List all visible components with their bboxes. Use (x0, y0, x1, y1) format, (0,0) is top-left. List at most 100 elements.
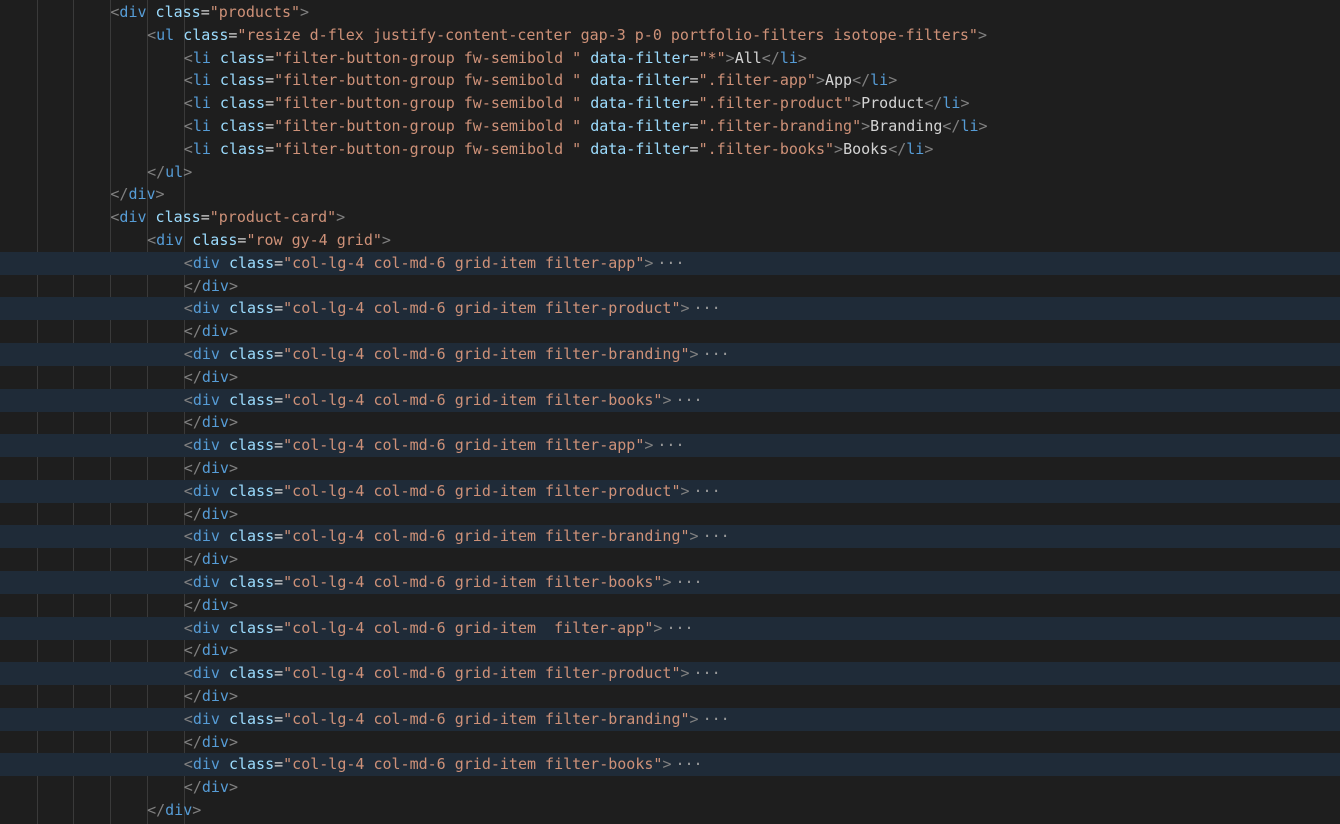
token-tag: li (192, 139, 211, 158)
code-line-folded[interactable]: <div class="col-lg-4 col-md-6 grid-item … (0, 388, 1340, 412)
code-line[interactable]: </div> (0, 639, 1340, 662)
token-punc: </ (924, 94, 943, 113)
code-line-folded[interactable]: <div class="col-lg-4 col-md-6 grid-item … (0, 571, 1340, 594)
code-line-folded[interactable]: <div class="col-lg-4 col-md-6 grid-item … (0, 525, 1340, 549)
code-text: </div> (184, 548, 238, 571)
token-punc: </ (183, 641, 202, 660)
code-line[interactable]: </div> (0, 799, 1340, 822)
code-line[interactable]: </div> (0, 366, 1340, 389)
code-line[interactable]: <li class="filter-button-group fw-semibo… (0, 47, 1340, 70)
token-tag: li (192, 94, 211, 113)
code-text: <div class="col-lg-4 col-md-6 grid-item … (184, 297, 721, 320)
code-line[interactable]: <li class="filter-button-group fw-semibo… (0, 69, 1340, 92)
token-tag: div (192, 709, 220, 728)
token-tag: div (192, 664, 220, 683)
token-text: Books (843, 139, 889, 158)
code-line[interactable]: <li class="filter-button-group fw-semibo… (0, 138, 1340, 161)
token-punc: < (183, 253, 193, 272)
token-eq: = (274, 755, 284, 774)
token-punc: > (228, 732, 238, 751)
fold-ellipsis-icon[interactable]: ··· (675, 391, 702, 409)
code-line[interactable]: </div> (0, 411, 1340, 434)
code-line-folded[interactable]: <div class="col-lg-4 col-md-6 grid-item … (0, 251, 1340, 275)
code-line[interactable]: </div> (0, 457, 1340, 480)
code-text: </div> (147, 799, 201, 822)
token-eq: = (689, 94, 699, 113)
code-line[interactable]: <li class="filter-button-group fw-semibo… (0, 92, 1340, 115)
token-str: "row gy-4 grid" (246, 231, 382, 249)
code-text: <li class="filter-button-group fw-semibo… (184, 47, 807, 70)
code-line[interactable]: <div class="products"> (0, 1, 1340, 24)
code-text: <div class="products"> (110, 1, 309, 24)
token-punc: > (815, 71, 825, 90)
code-line[interactable]: </ul> (0, 161, 1340, 184)
fold-ellipsis-icon[interactable]: ··· (694, 664, 721, 682)
token-attr: class (219, 139, 266, 158)
token-attr: class (228, 481, 275, 500)
code-text: </div> (184, 275, 238, 298)
token-str: "col-lg-4 col-md-6 grid-item filter-app" (283, 436, 645, 455)
token-punc: </ (183, 322, 202, 341)
token-str: ".filter-books" (698, 139, 835, 158)
token-attr: class (155, 3, 201, 21)
code-line[interactable]: </div> (0, 685, 1340, 708)
fold-ellipsis-icon[interactable]: ··· (703, 527, 730, 545)
token-eq: = (274, 618, 284, 637)
code-line-folded[interactable]: <div class="col-lg-4 col-md-6 grid-item … (0, 707, 1340, 731)
token-tag: li (906, 139, 925, 158)
code-editor[interactable]: <div class="products"> <ul class="resize … (0, 0, 1340, 824)
fold-ellipsis-icon[interactable]: ··· (675, 755, 702, 773)
code-line[interactable]: <ul class="resize d-flex justify-content… (0, 24, 1340, 47)
code-text: </div> (184, 366, 238, 389)
token-text: Branding (870, 117, 943, 135)
token-punc: > (960, 94, 970, 113)
fold-ellipsis-icon[interactable]: ··· (657, 254, 684, 272)
fold-ellipsis-icon[interactable]: ··· (666, 619, 693, 637)
fold-ellipsis-icon[interactable]: ··· (694, 482, 721, 500)
token-punc: < (183, 390, 193, 409)
token-str: "col-lg-4 col-md-6 grid-item filter-book… (283, 755, 663, 774)
fold-ellipsis-icon[interactable]: ··· (675, 573, 702, 591)
token-punc: > (680, 299, 690, 318)
token-punc: </ (183, 595, 202, 614)
fold-ellipsis-icon[interactable]: ··· (694, 299, 721, 317)
fold-ellipsis-icon[interactable]: ··· (703, 710, 730, 728)
token-punc: </ (183, 276, 202, 295)
code-line-folded[interactable]: <div class="col-lg-4 col-md-6 grid-item … (0, 662, 1340, 686)
token-attr: class (228, 390, 275, 409)
token-punc: > (228, 322, 238, 341)
token-str: "col-lg-4 col-md-6 grid-item filter-app" (283, 618, 654, 637)
code-line-folded[interactable]: <div class="col-lg-4 col-md-6 grid-item … (0, 343, 1340, 366)
code-line[interactable]: <li class="filter-button-group fw-semibo… (0, 115, 1340, 138)
token-punc: > (228, 276, 238, 295)
code-line[interactable]: <div class="row gy-4 grid"> (0, 229, 1340, 252)
code-line-folded[interactable]: <div class="col-lg-4 col-md-6 grid-item … (0, 297, 1340, 321)
code-line[interactable]: </div> (0, 183, 1340, 206)
code-line[interactable]: </div> (0, 548, 1340, 571)
code-line-folded[interactable]: <div class="col-lg-4 col-md-6 grid-item … (0, 479, 1340, 503)
token-tag: div (201, 595, 229, 614)
token-punc: < (183, 436, 193, 455)
token-attr: class (228, 709, 275, 728)
token-eq: = (274, 664, 284, 683)
code-line[interactable]: </div> (0, 320, 1340, 343)
code-line[interactable]: </div> (0, 776, 1340, 799)
code-line-folded[interactable]: <div class="col-lg-4 col-md-6 grid-item … (0, 434, 1340, 458)
token-punc: > (662, 573, 672, 591)
code-text: </div> (184, 411, 238, 434)
token-tag: div (156, 231, 184, 249)
code-line[interactable]: <div class="product-card"> (0, 206, 1340, 229)
token-punc: < (183, 71, 193, 90)
code-line-folded[interactable]: <div class="col-lg-4 col-md-6 grid-item … (0, 616, 1340, 640)
code-line[interactable]: </div> (0, 275, 1340, 298)
fold-ellipsis-icon[interactable]: ··· (657, 436, 684, 454)
fold-ellipsis-icon[interactable]: ··· (703, 345, 730, 363)
code-line-folded[interactable]: <div class="col-lg-4 col-md-6 grid-item … (0, 753, 1340, 777)
code-line[interactable]: </div> (0, 731, 1340, 754)
code-line[interactable]: </div> (0, 594, 1340, 617)
code-line[interactable]: </div> (0, 503, 1340, 526)
